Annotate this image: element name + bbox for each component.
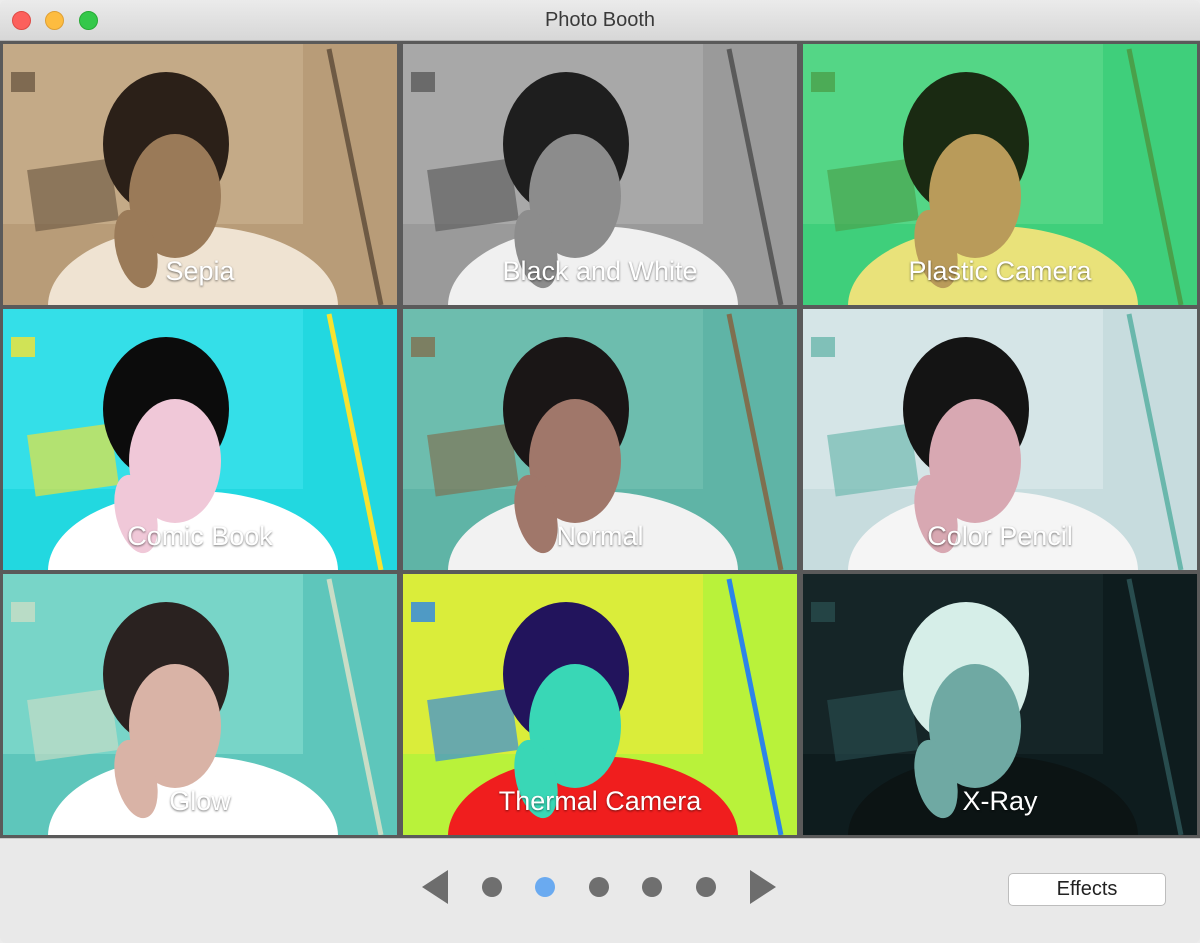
wall-collage xyxy=(27,158,119,232)
effects-grid: Sepia Black and White Plastic Camera Com… xyxy=(0,41,1200,838)
wall-note xyxy=(11,602,35,622)
page-dot-2[interactable] xyxy=(535,877,555,897)
effect-tile-normal[interactable]: Normal xyxy=(403,309,797,570)
wall-collage xyxy=(27,423,119,497)
effect-tile-black-and-white[interactable]: Black and White xyxy=(403,44,797,305)
next-page-arrow-icon[interactable] xyxy=(750,870,776,904)
effects-button[interactable]: Effects xyxy=(1008,873,1166,906)
photo-booth-window: Photo Booth Sepia Black and White Plasti… xyxy=(0,0,1200,943)
wall-collage xyxy=(427,423,519,497)
wall-collage xyxy=(827,688,919,762)
effect-label: Glow xyxy=(169,786,231,816)
effect-tile-sepia[interactable]: Sepia xyxy=(3,44,397,305)
wall-note xyxy=(11,337,35,357)
wall-note xyxy=(811,72,835,92)
effect-label: Normal xyxy=(556,521,644,551)
effect-tile-color-pencil[interactable]: Color Pencil xyxy=(803,309,1197,570)
wall-note xyxy=(811,337,835,357)
wall-note xyxy=(811,602,835,622)
page-dot-3[interactable] xyxy=(589,877,609,897)
wall-collage xyxy=(427,688,519,762)
title-bar: Photo Booth xyxy=(0,0,1200,41)
effect-tile-glow[interactable]: Glow xyxy=(3,574,397,835)
wall-collage xyxy=(827,158,919,232)
effect-label: Thermal Camera xyxy=(498,786,702,816)
wall-note xyxy=(411,337,435,357)
effect-tile-thermal-camera[interactable]: Thermal Camera xyxy=(403,574,797,835)
effect-label: Comic Book xyxy=(127,521,273,551)
page-dot-5[interactable] xyxy=(696,877,716,897)
effect-tile-comic-book[interactable]: Comic Book xyxy=(3,309,397,570)
wall-note xyxy=(411,72,435,92)
page-dot-1[interactable] xyxy=(482,877,502,897)
effect-label: Black and White xyxy=(502,256,698,286)
effect-label: Plastic Camera xyxy=(908,256,1092,286)
effect-tile-x-ray[interactable]: X-Ray xyxy=(803,574,1197,835)
window-title: Photo Booth xyxy=(544,9,656,31)
effect-label: X-Ray xyxy=(962,786,1038,816)
previous-page-arrow-icon[interactable] xyxy=(422,870,448,904)
wall-note xyxy=(11,72,35,92)
wall-note xyxy=(411,602,435,622)
wall-collage xyxy=(427,158,519,232)
effect-label: Color Pencil xyxy=(927,521,1073,551)
wall-collage xyxy=(827,423,919,497)
page-dot-4[interactable] xyxy=(642,877,662,897)
effect-label: Sepia xyxy=(165,256,235,286)
wall-collage xyxy=(27,688,119,762)
effect-tile-plastic-camera[interactable]: Plastic Camera xyxy=(803,44,1197,305)
